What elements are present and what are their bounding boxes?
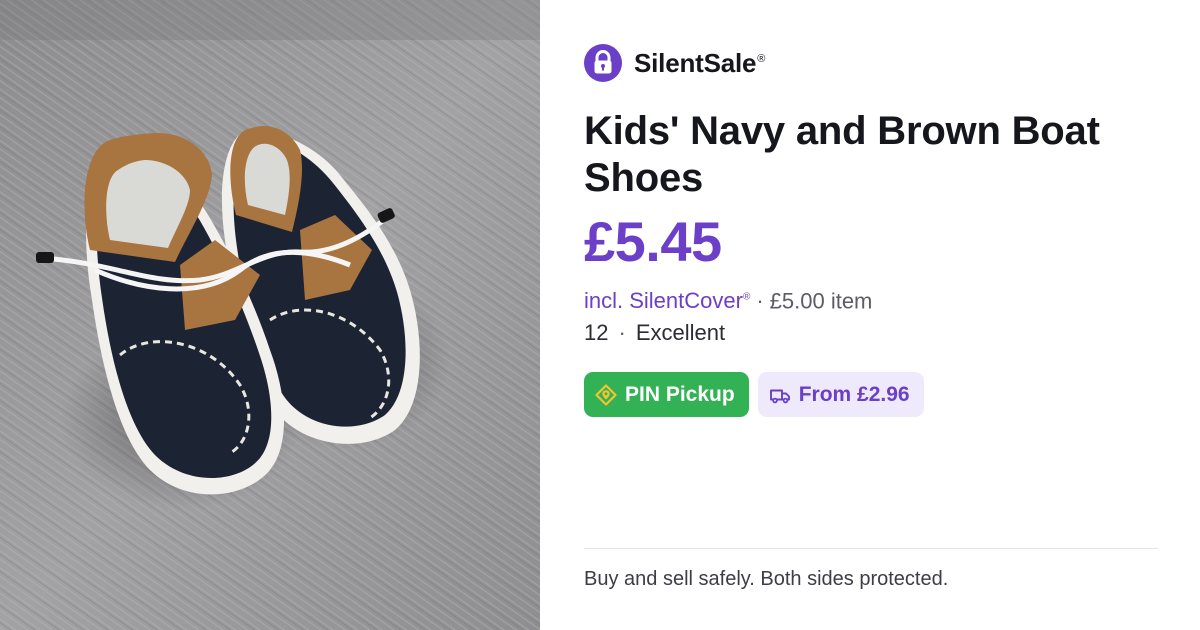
shipping-price-badge[interactable]: From £2.96 bbox=[757, 372, 924, 417]
footer-divider bbox=[584, 548, 1158, 549]
brand-name: SilentSale® bbox=[634, 47, 766, 78]
location-tag-icon bbox=[595, 383, 617, 406]
delivery-truck-icon bbox=[769, 389, 790, 403]
silentcover-link[interactable]: incl. SilentCover® bbox=[584, 288, 750, 313]
brand-registered-mark: ® bbox=[757, 52, 766, 65]
product-photo bbox=[0, 0, 540, 630]
pin-pickup-badge[interactable]: PIN Pickup bbox=[584, 372, 749, 417]
footer-tagline: Buy and sell safely. Both sides protecte… bbox=[584, 568, 949, 590]
meta-separator: · bbox=[618, 320, 626, 345]
delivery-badges: PIN Pickup From £2.96 bbox=[584, 372, 924, 417]
item-size: 12 bbox=[584, 320, 609, 345]
padlock-shield-icon bbox=[584, 44, 622, 82]
brand-header[interactable]: SilentSale® bbox=[584, 44, 765, 82]
cover-registered-mark: ® bbox=[742, 292, 751, 303]
listing-title: Kids' Navy and Brown Boat Shoes bbox=[584, 109, 1100, 200]
size-condition-line: 12 · Excellent bbox=[584, 319, 725, 347]
item-condition: Excellent bbox=[635, 320, 726, 345]
listing-price: £5.45 bbox=[584, 210, 722, 273]
listing-panel: SilentSale® Kids' Navy and Brown Boat Sh… bbox=[584, 0, 1158, 630]
cover-separator: · bbox=[756, 288, 764, 314]
item-price: £5.00 item bbox=[769, 288, 873, 314]
protection-fee-line: incl. SilentCover® · £5.00 item bbox=[584, 284, 872, 315]
shipping-price-label: From £2.96 bbox=[798, 382, 910, 406]
shoes-photo-image bbox=[0, 0, 540, 630]
pin-pickup-label: PIN Pickup bbox=[625, 382, 735, 406]
